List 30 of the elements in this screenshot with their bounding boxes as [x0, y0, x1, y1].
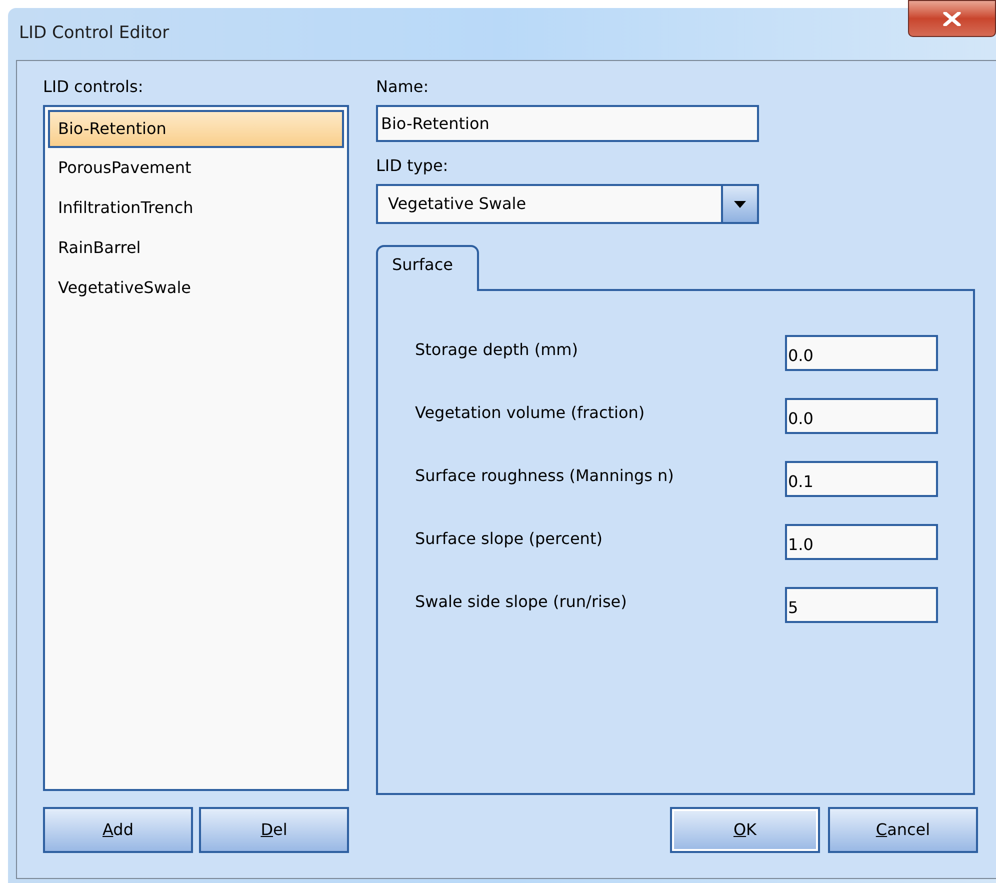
name-field[interactable]: Bio-Retention: [376, 105, 759, 142]
parameter-label: Surface roughness (Mannings n): [415, 465, 675, 487]
tab[interactable]: Surface: [376, 245, 479, 291]
dialog-button[interactable]: OK: [670, 807, 820, 853]
list-item[interactable]: PorousPavement: [48, 148, 344, 188]
parameter-field[interactable]: 1.0: [785, 524, 938, 560]
list-item[interactable]: InfiltrationTrench: [48, 188, 344, 228]
parameter-field[interactable]: 0.0: [785, 335, 938, 371]
parameter-label: Swale side slope (run/rise): [415, 591, 628, 613]
lid-controls-list[interactable]: Bio-Retention PorousPavement InfiltrationTrench RainBarrel VegetativeSwale: [43, 105, 349, 791]
parameter-label: Surface slope (percent): [415, 528, 604, 550]
lid-type-label: LID type:: [376, 155, 450, 177]
list-item[interactable]: RainBarrel: [48, 228, 344, 268]
parameter-field[interactable]: 5: [785, 587, 938, 623]
list-item[interactable]: Bio-Retention: [48, 110, 344, 148]
parameter-label: Storage depth (mm): [415, 339, 579, 361]
list-item[interactable]: VegetativeSwale: [48, 268, 344, 308]
parameter-label: Vegetation volume (fraction): [415, 402, 646, 424]
close-icon: [943, 12, 961, 26]
dialog-button[interactable]: Cancel: [828, 807, 978, 853]
close-button[interactable]: [908, 0, 996, 37]
parameter-field[interactable]: 0.0: [785, 398, 938, 434]
lid-type-dropdown[interactable]: Vegetative Swale: [376, 184, 759, 224]
dropdown-arrow-icon: [734, 200, 746, 208]
name-label: Name:: [376, 76, 430, 98]
parameter-field[interactable]: 0.1: [785, 461, 938, 497]
window-title: LID Control Editor: [19, 22, 170, 46]
dialog-button[interactable]: Add: [43, 807, 193, 853]
list-label: LID controls:: [43, 76, 144, 98]
dialog-button[interactable]: Del: [199, 807, 349, 853]
